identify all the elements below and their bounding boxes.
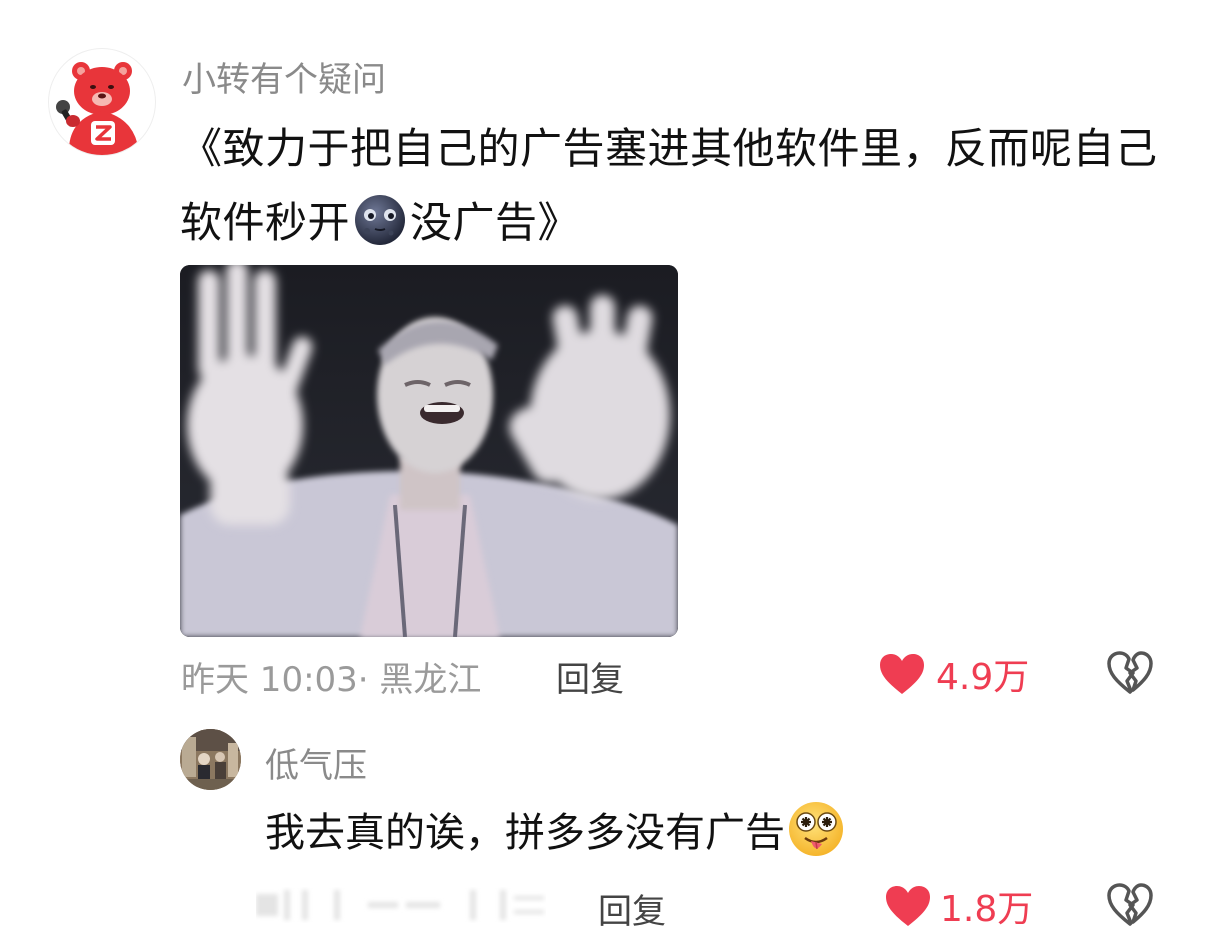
like-button[interactable]: 4.9万: [878, 648, 1029, 700]
like-button[interactable]: 1.8万: [884, 880, 1033, 932]
comment-meta-blurred: [256, 884, 546, 926]
comment-text-body: 我去真的诶，拼多多没有广告: [265, 810, 785, 856]
reply-button[interactable]: 回复: [556, 652, 624, 701]
dislike-button[interactable]: [1106, 882, 1154, 932]
comment-meta: 昨天 10:03· 黑龙江: [181, 660, 482, 700]
comment-text-part2: 没广告》: [410, 198, 581, 247]
dislike-button[interactable]: [1106, 650, 1154, 700]
username[interactable]: 低气压: [265, 738, 367, 787]
heart-icon: [886, 886, 930, 926]
meme-image: [180, 265, 678, 637]
comment-image[interactable]: [180, 265, 678, 637]
broken-heart-icon: [1107, 883, 1153, 926]
comment-text-part1: 《致力于把自己的广告塞进其他软件里，反而呢自己软件秒开: [180, 124, 1158, 247]
reply-button[interactable]: 回复: [598, 884, 666, 933]
zany-face-icon: [787, 800, 845, 858]
avatar[interactable]: [48, 48, 156, 156]
username[interactable]: 小转有个疑问: [182, 52, 386, 101]
heart-icon: [880, 654, 924, 694]
comment-text: 我去真的诶，拼多多没有广告: [265, 800, 845, 865]
comment-text: 《致力于把自己的广告塞进其他软件里，反而呢自己软件秒开 没广告》: [180, 112, 1170, 260]
avatar[interactable]: [180, 729, 241, 790]
red-bear-avatar-icon: [56, 62, 139, 155]
like-count: 4.9万: [936, 657, 1030, 698]
blurred-meta-text: [256, 890, 544, 920]
broken-heart-icon: [1107, 651, 1153, 694]
crowd-photo-avatar-icon: [180, 729, 241, 790]
like-count: 1.8万: [940, 889, 1034, 930]
new-moon-face-icon: [353, 193, 407, 247]
